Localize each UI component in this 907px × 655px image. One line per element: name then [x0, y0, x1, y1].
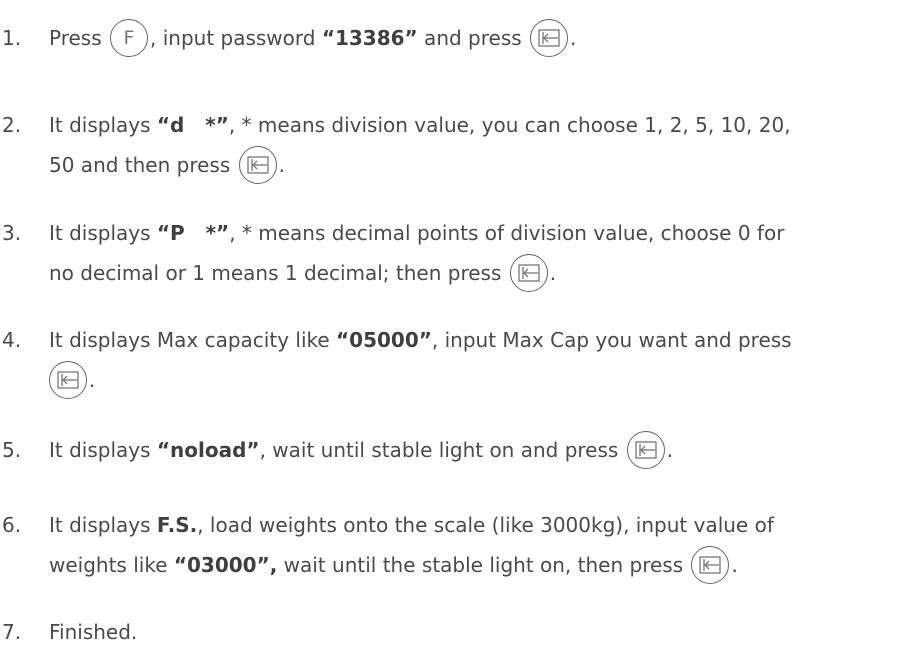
step-number: 4.: [2, 328, 22, 352]
display-value: “P *”: [156, 221, 230, 245]
step-number: 5.: [2, 438, 22, 462]
step-text: , wait until stable light on and press: [259, 438, 619, 462]
step-4: 4. It displays Max capacity like “05000”…: [0, 320, 900, 401]
step-text: , * means decimal points of division val…: [229, 221, 785, 245]
f-key-label: F: [123, 26, 135, 49]
step-6: 6. It displays F.S., load weights onto t…: [0, 505, 900, 586]
display-value: “noload”: [156, 438, 260, 462]
step-number: 1.: [2, 26, 22, 50]
step-text: .: [549, 261, 557, 285]
enter-key-icon: [530, 18, 569, 57]
step-text: wait until the stable light on, then pre…: [277, 553, 684, 577]
weight-value: “03000”,: [173, 553, 278, 577]
step-text: , * means division value, you can choose…: [228, 113, 791, 137]
step-number: 3.: [2, 221, 22, 245]
step-number: 2.: [2, 113, 22, 137]
step-7: 7. Finished.: [0, 612, 900, 652]
step-2: 2. It displays “d *”, * means division v…: [0, 105, 900, 186]
step-text: , input Max Cap you want and press: [431, 328, 792, 352]
step-text: , load weights onto the scale (like 3000…: [197, 513, 774, 537]
display-value: F.S.: [156, 513, 198, 537]
step-number: 7.: [2, 620, 22, 644]
step-text: 50 and then press: [49, 153, 231, 177]
step-text: .: [731, 553, 738, 577]
step-text: and press: [417, 26, 522, 50]
enter-key-icon: [238, 145, 277, 184]
display-value: “05000”: [336, 328, 432, 352]
enter-key-icon: [626, 430, 665, 469]
step-number: 6.: [2, 513, 22, 537]
enter-key-icon: [509, 253, 548, 292]
step-text: It displays Max capacity like: [49, 328, 337, 352]
enter-key-icon: [691, 545, 730, 584]
step-text: It displays: [49, 113, 157, 137]
step-text: .: [89, 368, 96, 392]
step-text: Finished.: [49, 620, 138, 644]
password-value: “13386”: [321, 26, 418, 50]
step-1: 1. Press F , input password “13386” and p…: [0, 18, 900, 59]
step-text: It displays: [49, 221, 157, 245]
step-text: weights like: [49, 553, 174, 577]
step-text: It displays: [49, 513, 157, 537]
step-text: It displays: [49, 438, 157, 462]
enter-key-icon: [49, 360, 87, 399]
instruction-list: 1. Press F , input password “13386” and p…: [0, 0, 907, 655]
step-text: .: [278, 153, 285, 177]
f-key-icon: F: [110, 18, 148, 57]
step-text: no decimal or 1 means 1 decimal; then pr…: [49, 261, 502, 285]
display-value: “d *”: [156, 113, 229, 137]
step-5: 5. It displays “noload”, wait until stab…: [0, 430, 900, 471]
step-text: , input password: [150, 26, 322, 50]
step-text: .: [570, 26, 577, 50]
step-text: Press: [49, 26, 102, 50]
step-3: 3. It displays “P *”, * means decimal po…: [0, 213, 900, 294]
step-text: .: [666, 438, 674, 462]
